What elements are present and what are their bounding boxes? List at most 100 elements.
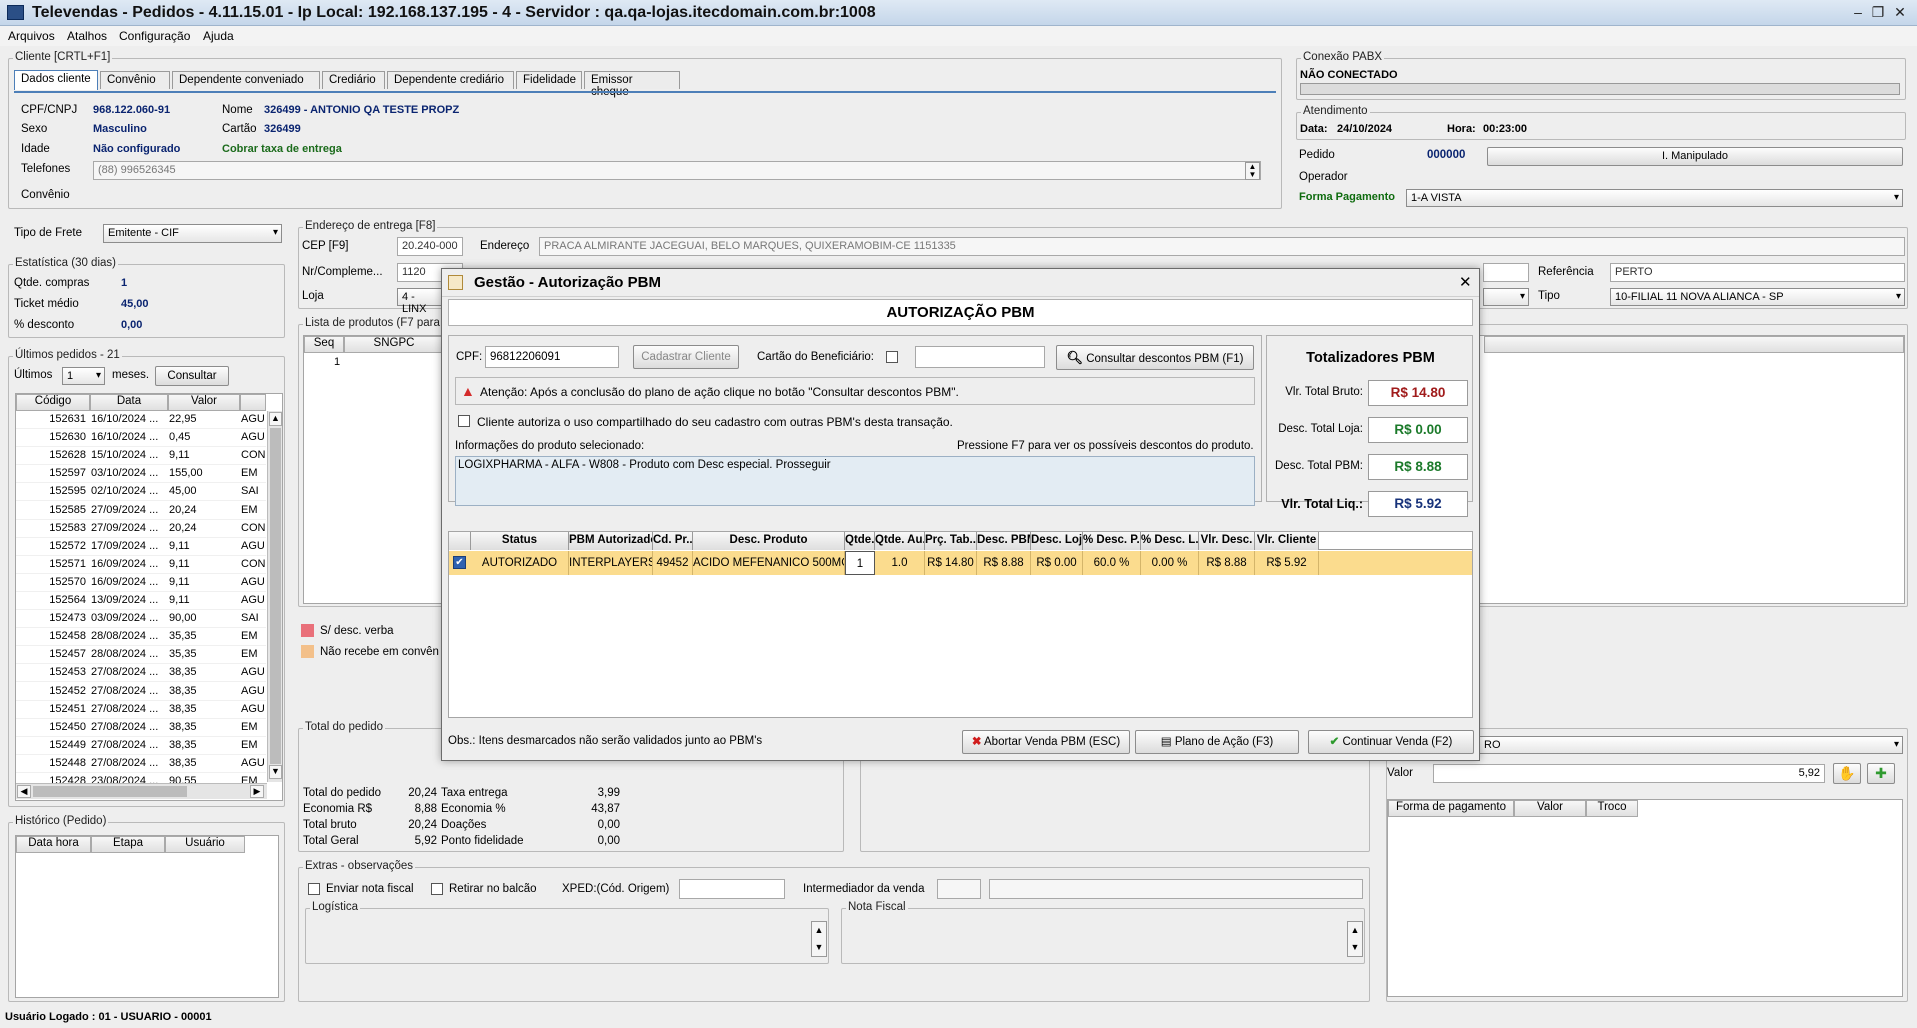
consultar-pbm-button[interactable]: 🔍︎ Consultar descontos PBM (F1) (1056, 345, 1254, 370)
tab-dependente-conveniado[interactable]: Dependente conveniado (172, 71, 320, 89)
loja-combo[interactable]: 4 - LINX (397, 288, 445, 315)
scroll-right-icon[interactable]: ▶ (250, 785, 264, 798)
info-textarea[interactable]: LOGIXPHARMA - ALFA - W808 - Produto com … (455, 456, 1255, 506)
scroll-up-icon[interactable]: ▲ (269, 412, 282, 426)
table-row[interactable]: 152450 27/08/2024 ... 38,35 EM (16, 719, 266, 737)
consultar-button[interactable]: Consultar (155, 366, 229, 386)
table-row[interactable]: 152570 16/09/2024 ... 9,11 AGU (16, 574, 266, 592)
horizontal-scrollbar[interactable]: ◀ ▶ (16, 783, 267, 799)
col-produtos-right[interactable] (1484, 336, 1904, 353)
col-etapa[interactable]: Etapa (91, 836, 165, 853)
menu-atalhos[interactable]: Atalhos (67, 29, 107, 43)
col-sngpc[interactable]: SNGPC (344, 336, 444, 353)
tab-dados-cliente[interactable]: Dados cliente (14, 70, 98, 90)
pbm-grid-row[interactable]: ✔ AUTORIZADO INTERPLAYERS 49452 ACIDO MEFENA… (449, 551, 1472, 575)
col-vlr-cliente[interactable]: Vlr. Cliente (1255, 532, 1319, 550)
plano-acao-button[interactable]: ▤ Plano de Ação (F3) (1135, 730, 1299, 754)
tipo-combo[interactable]: 10-FILIAL 11 NOVA ALIANCA - SP ▾ (1610, 288, 1905, 306)
col-vlr-desc[interactable]: Vlr. Desc. (1199, 532, 1255, 550)
bairro-combo[interactable]: ▾ (1483, 288, 1529, 306)
col-codigo[interactable]: Código (16, 394, 90, 411)
col-qtde-autorizada[interactable]: Qtde. Au... (875, 532, 925, 550)
menu-arquivos[interactable]: Arquivos (8, 29, 55, 43)
table-row[interactable]: 152453 27/08/2024 ... 38,35 AGU (16, 664, 266, 683)
restore-icon[interactable]: ❐ (1868, 3, 1888, 21)
referencia-field[interactable]: PERTO (1610, 263, 1905, 282)
col-forma-pagamento[interactable]: Forma de pagamento (1388, 800, 1514, 817)
nota-fiscal-spinner-icon[interactable]: ▲ ▼ (1347, 921, 1363, 957)
col-seq[interactable]: Seq (304, 336, 344, 353)
col-pct-desc-pbm[interactable]: % Desc. P... (1083, 532, 1141, 550)
col-pct-desc-loja[interactable]: % Desc. L... (1141, 532, 1199, 550)
manipulado-button[interactable]: I. Manipulado (1487, 147, 1903, 166)
forma-pagamento-combo[interactable]: 1-A VISTA ▾ (1406, 189, 1903, 207)
table-row[interactable]: 152630 16/10/2024 ... 0,45 AGU (16, 429, 266, 448)
table-row[interactable]: 152449 27/08/2024 ... 38,35 EM (16, 737, 266, 755)
intermediador-code-field[interactable] (937, 879, 981, 899)
table-row[interactable]: 152564 13/09/2024 ... 9,11 AGU (16, 592, 266, 610)
pagamento-combo[interactable]: RO ▾ (1479, 736, 1903, 754)
table-row[interactable]: 152473 03/09/2024 ... 90,00 SAI (16, 610, 266, 629)
confirm-payment-icon[interactable]: ✚ (1867, 763, 1895, 784)
frete-combo[interactable]: Emitente - CIF ▾ (103, 224, 282, 243)
col-data-hora[interactable]: Data hora (16, 836, 91, 853)
col-select[interactable] (449, 532, 471, 550)
table-row[interactable]: 152571 16/09/2024 ... 9,11 CON (16, 556, 266, 574)
col-pag-valor[interactable]: Valor (1514, 800, 1586, 817)
retirar-balcao-checkbox[interactable] (431, 883, 443, 895)
tab-dependente-crediario[interactable]: Dependente crediário (387, 71, 514, 89)
scroll-down-icon[interactable]: ▼ (269, 765, 282, 779)
col-status[interactable] (240, 394, 266, 411)
continuar-venda-button[interactable]: ✔ Continuar Venda (F2) (1308, 730, 1474, 754)
table-row[interactable]: 152458 28/08/2024 ... 35,35 EM (16, 628, 266, 647)
table-row[interactable]: 152451 27/08/2024 ... 38,35 AGU (16, 701, 266, 719)
intermediador-name-field[interactable] (989, 879, 1363, 899)
col-valor[interactable]: Valor (168, 394, 240, 411)
cadastrar-cliente-button[interactable]: Cadastrar Cliente (633, 345, 739, 369)
vertical-scrollbar[interactable]: ▲ ▼ (267, 411, 282, 782)
col-data[interactable]: Data (90, 394, 168, 411)
xped-field[interactable] (679, 879, 785, 899)
minimize-icon[interactable]: – (1848, 3, 1868, 21)
add-payment-icon[interactable]: ✋ (1833, 763, 1861, 784)
table-row[interactable]: 152452 27/08/2024 ... 38,35 AGU (16, 683, 266, 701)
menu-configuracao[interactable]: Configuração (119, 29, 190, 43)
enviar-nota-checkbox[interactable] (308, 883, 320, 895)
table-row[interactable]: 152457 28/08/2024 ... 35,35 EM (16, 646, 266, 665)
table-row[interactable]: 152631 16/10/2024 ... 22,95 AGU (16, 411, 266, 429)
valor-field[interactable]: 5,92 (1433, 764, 1825, 783)
cell-qtde[interactable]: 1 (845, 551, 875, 575)
cartao-beneficiario-checkbox[interactable] (886, 351, 898, 363)
tab-fidelidade[interactable]: Fidelidade (516, 71, 582, 89)
row-checkbox[interactable]: ✔ (453, 556, 466, 569)
table-row[interactable]: 152595 02/10/2024 ... 45,00 SAI (16, 483, 266, 502)
endereco-field[interactable]: PRACA ALMIRANTE JACEGUAI, BELO MARQUES, … (539, 237, 1905, 256)
abortar-venda-button[interactable]: ✖ Abortar Venda PBM (ESC) (962, 730, 1130, 754)
table-row[interactable]: 152597 03/10/2024 ... 155,00 EM (16, 465, 266, 484)
col-preco-tabela[interactable]: Prç. Tab... (925, 532, 977, 550)
scroll-thumb[interactable] (270, 428, 281, 764)
tab-convenio[interactable]: Convênio (100, 71, 170, 89)
col-desc-pbm[interactable]: Desc. PBM (977, 532, 1031, 550)
cep-field[interactable]: 20.240-000 (397, 237, 463, 256)
telefones-field[interactable]: (88) 996526345 (93, 161, 1261, 180)
close-icon[interactable]: ✕ (1890, 3, 1910, 21)
table-row[interactable]: 152448 27/08/2024 ... 38,35 AGU (16, 755, 266, 773)
telefones-spinner-icon[interactable]: ▲ ▼ (1245, 162, 1260, 180)
col-status[interactable]: Status (471, 532, 569, 550)
h-scroll-thumb[interactable] (33, 786, 187, 797)
complemento-field[interactable] (1483, 263, 1529, 282)
ultimos-combo[interactable]: 1 ▾ (62, 367, 105, 385)
produto-row-seq[interactable]: 1 (334, 356, 340, 368)
scroll-left-icon[interactable]: ◀ (17, 785, 31, 798)
tab-crediario[interactable]: Crediário (322, 71, 385, 89)
dialog-close-icon[interactable]: ✕ (1459, 273, 1472, 291)
cartao-beneficiario-field[interactable] (915, 346, 1045, 368)
col-pbm-autorizado[interactable]: PBM Autorizado... (569, 532, 653, 550)
logistica-spinner-icon[interactable]: ▲ ▼ (811, 921, 827, 957)
autoriza-checkbox[interactable] (458, 415, 470, 427)
table-row[interactable]: 152583 27/09/2024 ... 20,24 CON (16, 520, 266, 538)
col-usuario[interactable]: Usuário (165, 836, 245, 853)
col-desc-produto[interactable]: Desc. Produto (693, 532, 845, 550)
menu-ajuda[interactable]: Ajuda (203, 29, 234, 43)
